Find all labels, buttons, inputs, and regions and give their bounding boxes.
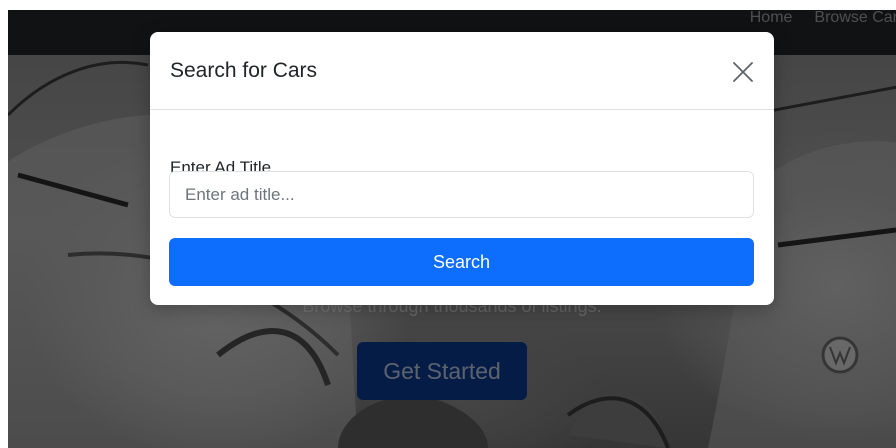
modal-title: Search for Cars [170,59,318,82]
search-modal: Search for Cars Enter Ad Title Search [150,32,774,305]
page-viewport: Home Browse Cars Browse through thousand… [8,10,896,448]
search-button[interactable]: Search [169,238,754,286]
close-icon [733,62,753,82]
modal-close-button[interactable] [728,57,758,87]
ad-title-input[interactable] [169,171,754,218]
modal-header: Search for Cars [150,32,774,110]
